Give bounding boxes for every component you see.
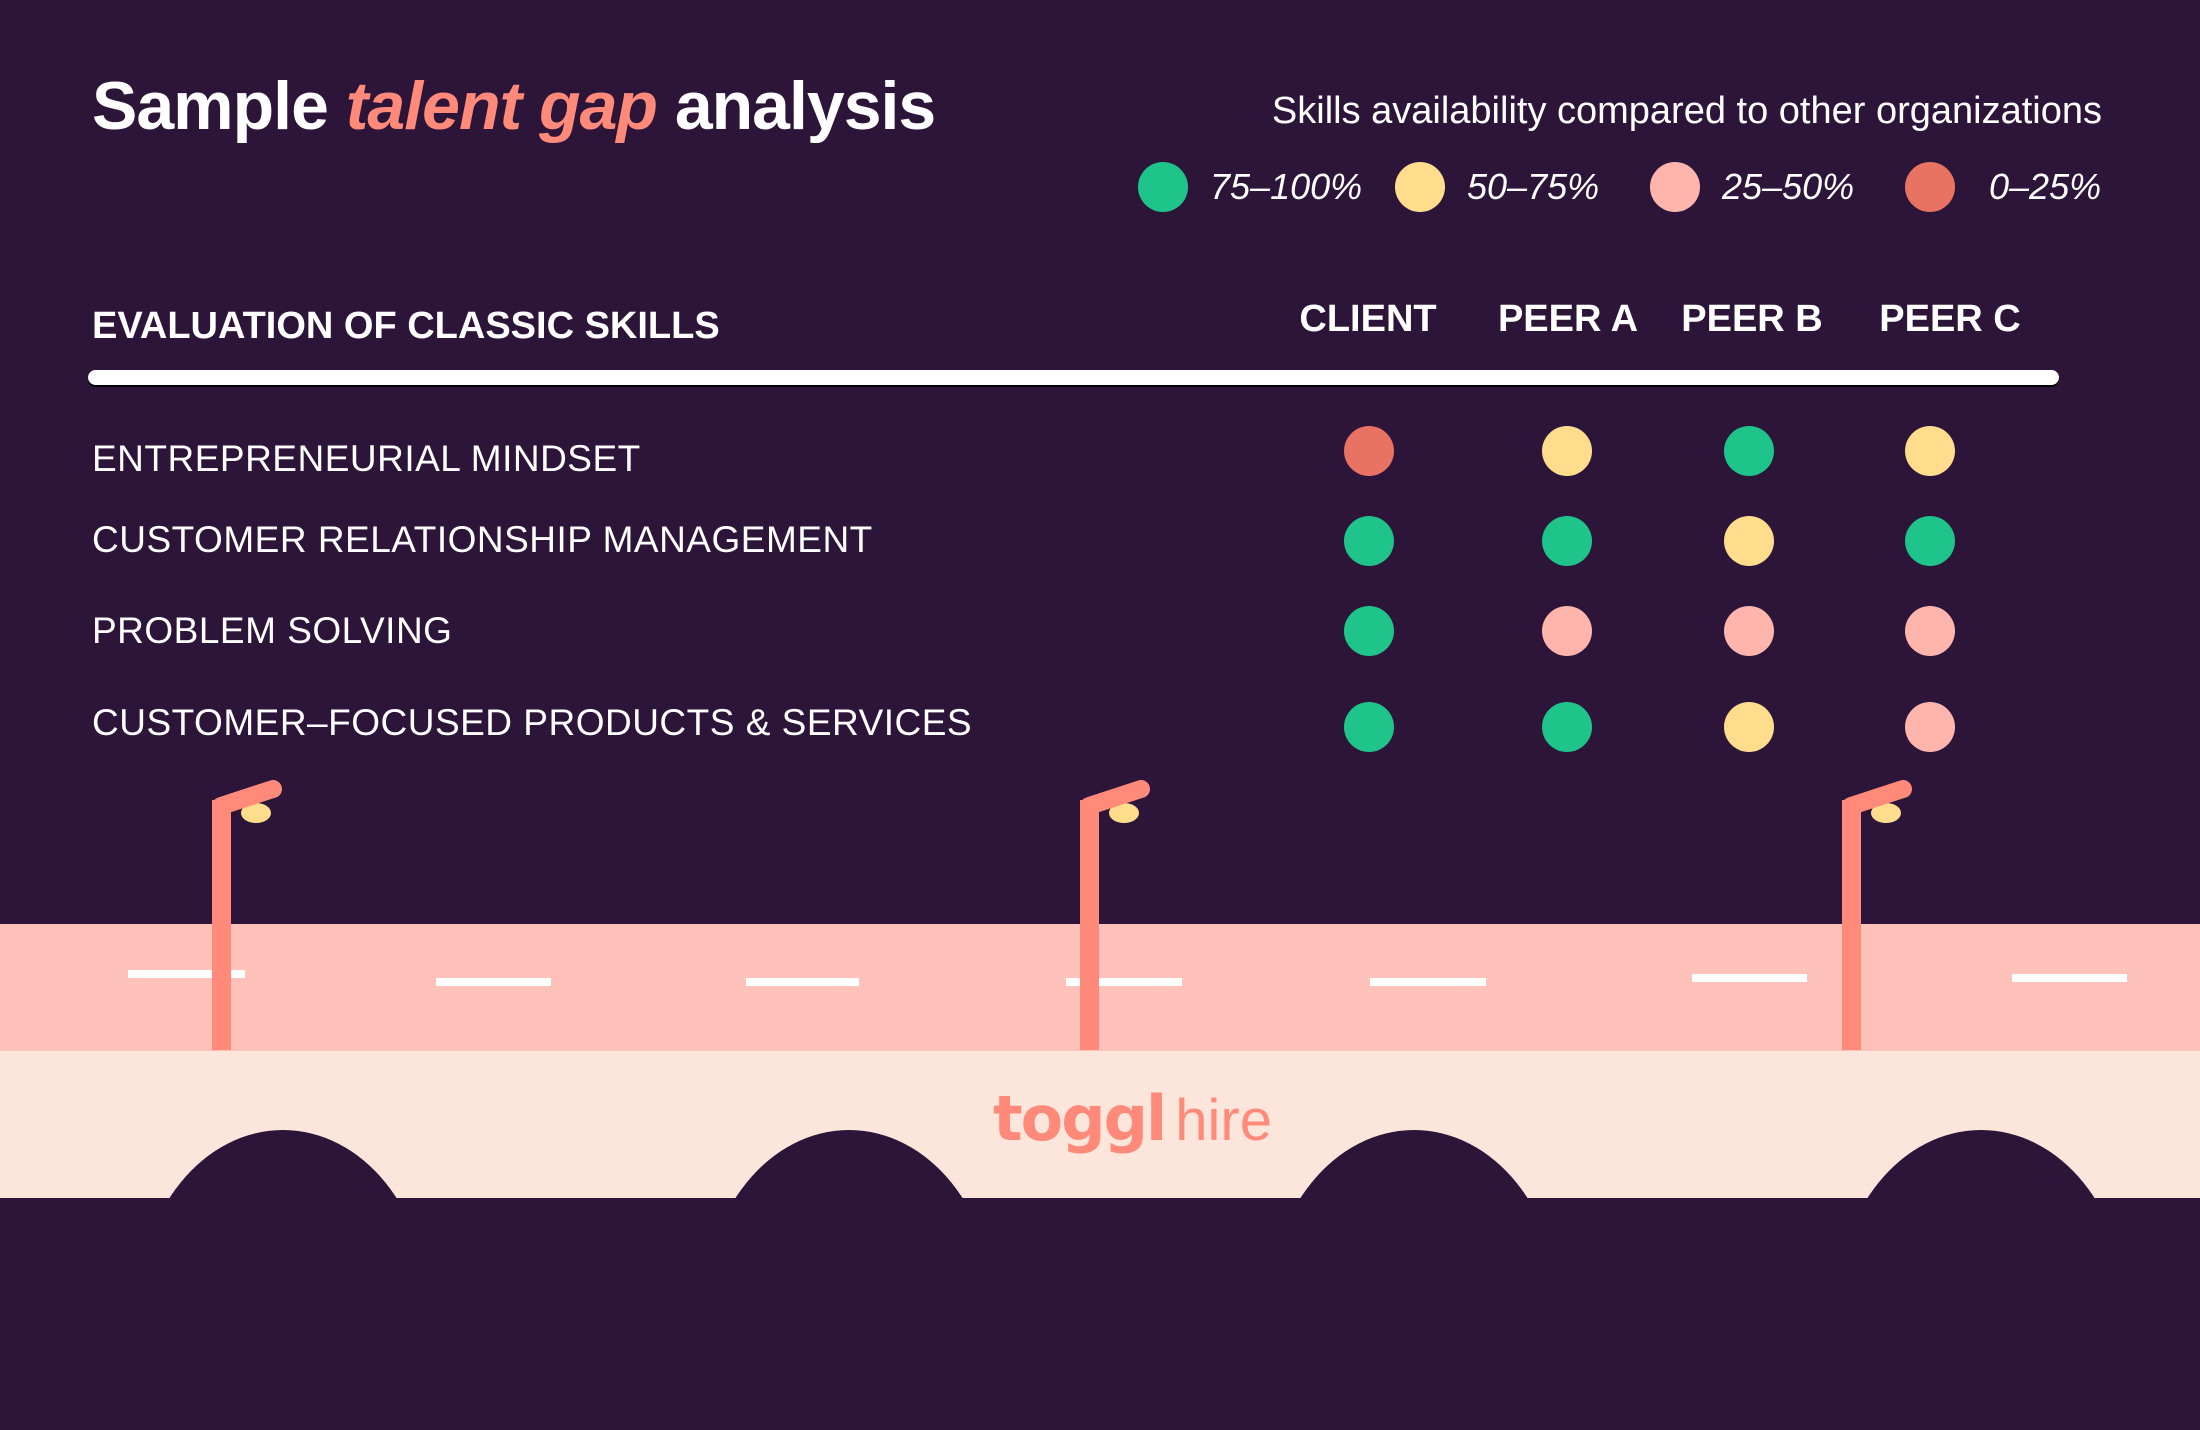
legend-title: Skills availability compared to other or… [1271,90,2102,132]
lamp-arm [1842,780,1912,815]
road [0,924,2200,1051]
rating-dot-peer-c [1905,606,1955,656]
rating-dot-peer-a [1542,606,1592,656]
rating-dot-client [1344,426,1394,476]
rating-dot-peer-b [1724,606,1774,656]
rating-dot-peer-b [1724,426,1774,476]
legend-label: 75–100% [1210,166,1363,207]
toggl-hire-logo: toggl hire [993,1082,1272,1155]
row-label: CUSTOMER RELATIONSHIP MANAGEMENT [92,519,873,560]
logo-brand: toggl [993,1082,1167,1155]
row-label: PROBLEM SOLVING [92,610,453,651]
rating-dot-peer-a [1542,516,1592,566]
road-dash [436,978,551,986]
legend-item-low: 0–25% [1905,162,2101,212]
road-dash [1692,974,1807,982]
rating-dot-client [1344,516,1394,566]
lamp-bulb [241,803,271,823]
rating-dot-peer-c [1905,516,1955,566]
lamp-arm [1080,780,1150,815]
legend-item-mid-low: 25–50% [1650,162,1854,212]
legend-item-high: 75–100% [1138,162,1362,212]
rating-dot-peer-a [1542,702,1592,752]
legend-dot-icon [1905,162,1955,212]
rating-dot-peer-c [1905,702,1955,752]
logo-product: hire [1175,1088,1272,1153]
legend-label: 50–75% [1467,166,1600,207]
section-heading: EVALUATION OF CLASSIC SKILLS [92,305,720,347]
title-suffix: analysis [656,68,936,144]
row-label: ENTREPRENEURIAL MINDSET [92,438,641,479]
road-dash [1066,978,1182,986]
lamp-arm [212,780,282,815]
rating-dot-client [1344,702,1394,752]
rating-dot-peer-a [1542,426,1592,476]
column-header-client: CLIENT [1299,298,1437,340]
header-divider [88,370,2059,385]
road-dash [128,970,245,978]
column-header-peer-c: PEER C [1879,298,2021,340]
page-title: Sample talent gap analysis [92,72,936,140]
road-dash [1370,978,1486,986]
column-header-peer-b: PEER B [1681,298,1823,340]
legend-dot-icon [1138,162,1188,212]
row-label: CUSTOMER–FOCUSED PRODUCTS & SERVICES [92,702,973,743]
column-header-peer-a: PEER A [1497,298,1639,340]
rating-dot-client [1344,606,1394,656]
rating-dot-peer-c [1905,426,1955,476]
road-dash [746,978,859,986]
title-prefix: Sample [92,68,346,144]
legend-label: 25–50% [1722,166,1855,207]
legend-dot-icon [1395,162,1445,212]
legend-item-mid-high: 50–75% [1395,162,1599,212]
title-accent: talent gap [345,68,658,144]
rating-dot-peer-b [1724,516,1774,566]
lamp-bulb [1871,803,1901,823]
road-dash [2012,974,2127,982]
legend-label: 0–25% [1989,166,2102,207]
rating-dot-peer-b [1724,702,1774,752]
lamp-bulb [1109,803,1139,823]
legend-dot-icon [1650,162,1700,212]
